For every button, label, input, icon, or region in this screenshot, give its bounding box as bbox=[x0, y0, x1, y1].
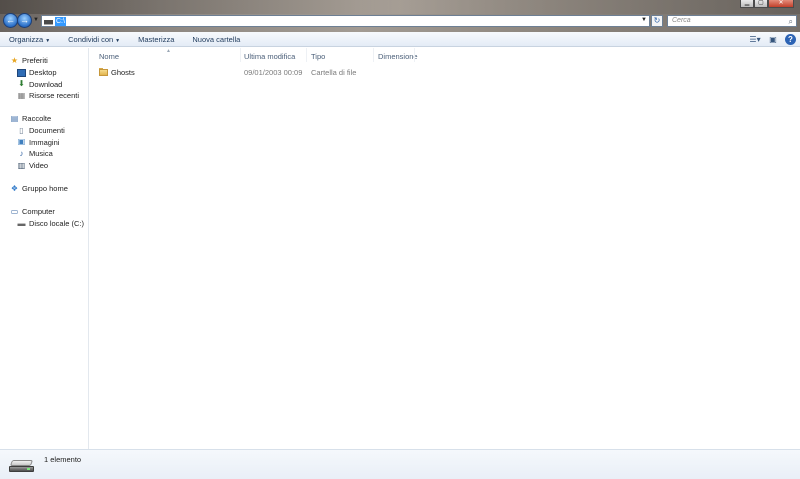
folder-icon bbox=[99, 68, 108, 76]
organize-label: Organizza bbox=[9, 34, 44, 44]
nav-item-label: Disco locale (C:) bbox=[29, 219, 85, 229]
nav-favorites[interactable]: ★ Preferiti bbox=[0, 55, 89, 67]
computer-group: ▭ Computer ▬ Disco locale (C:) bbox=[0, 206, 89, 229]
music-icon: ♪ bbox=[19, 148, 24, 158]
search-placeholder: Cerca bbox=[672, 17, 691, 24]
recent-pages-dropdown[interactable]: ▼ bbox=[33, 17, 39, 23]
window-chrome: ▁ ▢ ✕ ← → ▼ C:\ ▼ ↻ Cerca ⌕ bbox=[0, 0, 800, 32]
search-icon[interactable]: ⌕ bbox=[789, 17, 793, 27]
file-name: Ghosts bbox=[111, 68, 135, 77]
chevron-down-icon: ▼ bbox=[45, 37, 51, 44]
desktop-icon bbox=[17, 68, 26, 77]
nav-libraries[interactable]: ▤ Raccolte bbox=[0, 113, 89, 125]
help-icon[interactable]: ? bbox=[785, 34, 796, 45]
nav-item-local-disk[interactable]: ▬ Disco locale (C:) bbox=[0, 218, 89, 230]
change-view-icon[interactable]: ☰▾ bbox=[749, 35, 761, 45]
nav-item-label: Risorse recenti bbox=[29, 91, 80, 101]
nav-computer-label: Computer bbox=[22, 207, 55, 217]
close-button[interactable]: ✕ bbox=[768, 0, 794, 8]
back-button[interactable]: ← bbox=[3, 13, 18, 28]
new-folder-label: Nuova cartella bbox=[192, 34, 241, 44]
file-modified: 09/01/2003 00:09 bbox=[244, 68, 303, 77]
window-controls: ▁ ▢ ✕ bbox=[740, 0, 794, 8]
share-with-label: Condividi con bbox=[68, 34, 114, 44]
new-folder-button[interactable]: Nuova cartella bbox=[183, 32, 249, 47]
video-icon: ▥ bbox=[17, 160, 26, 170]
share-with-button[interactable]: Condividi con ▼ bbox=[59, 32, 129, 47]
computer-icon: ▭ bbox=[10, 206, 19, 216]
drive-icon bbox=[44, 20, 53, 25]
recent-places-icon: ▦ bbox=[17, 90, 26, 100]
nav-item-recent-places[interactable]: ▦ Risorse recenti bbox=[0, 90, 89, 102]
sort-ascending-icon: ▲ bbox=[166, 48, 171, 54]
maximize-button[interactable]: ▢ bbox=[754, 0, 768, 8]
nav-item-label: Desktop bbox=[29, 68, 57, 78]
library-icon: ▤ bbox=[10, 113, 19, 123]
nav-item-pictures[interactable]: ▣ Immagini bbox=[0, 136, 89, 148]
column-divider[interactable] bbox=[414, 48, 415, 62]
nav-item-desktop[interactable]: Desktop bbox=[0, 67, 89, 79]
libraries-group: ▤ Raccolte ▯ Documenti ▣ Immagini ♪ Musi… bbox=[0, 113, 89, 171]
column-header-size[interactable]: Dimensione bbox=[378, 52, 418, 62]
nav-homegroup-label: Gruppo home bbox=[22, 184, 68, 194]
chevron-down-icon: ▼ bbox=[115, 37, 121, 44]
address-selected-text[interactable]: C:\ bbox=[55, 17, 66, 26]
favorites-group: ★ Preferiti Desktop ⬇ Download ▦ Risorse… bbox=[0, 55, 89, 102]
command-bar: Organizza ▼ Condividi con ▼ Masterizza Nuo… bbox=[0, 32, 800, 47]
organize-button[interactable]: Organizza ▼ bbox=[0, 32, 59, 47]
nav-favorites-label: Preferiti bbox=[22, 56, 48, 66]
nav-libraries-label: Raccolte bbox=[22, 114, 52, 124]
address-bar[interactable]: C:\ ▼ bbox=[41, 15, 650, 27]
nav-item-label: Video bbox=[29, 161, 49, 171]
column-header-type[interactable]: Tipo bbox=[311, 52, 325, 62]
view-controls: ☰▾ ▣ ? bbox=[749, 33, 796, 46]
file-type: Cartella di file bbox=[311, 68, 357, 77]
documents-icon: ▯ bbox=[19, 125, 24, 135]
hard-drive-icon bbox=[9, 460, 34, 474]
column-header-name[interactable]: Nome bbox=[99, 52, 119, 62]
minimize-button[interactable]: ▁ bbox=[740, 0, 754, 8]
column-divider[interactable] bbox=[240, 48, 241, 62]
burn-button[interactable]: Masterizza bbox=[129, 32, 183, 47]
nav-item-download[interactable]: ⬇ Download bbox=[0, 78, 89, 90]
nav-item-label: Documenti bbox=[29, 126, 65, 136]
nav-item-documents[interactable]: ▯ Documenti bbox=[0, 125, 89, 137]
homegroup-icon: ❖ bbox=[10, 183, 19, 193]
nav-computer[interactable]: ▭ Computer bbox=[0, 206, 89, 218]
column-header-modified[interactable]: Ultima modifica bbox=[244, 52, 295, 62]
download-icon: ⬇ bbox=[18, 79, 25, 89]
homegroup-group: ❖ Gruppo home bbox=[0, 183, 89, 195]
star-icon: ★ bbox=[10, 55, 19, 65]
forward-button[interactable]: → bbox=[17, 13, 32, 28]
title-bar bbox=[0, 0, 800, 14]
nav-item-label: Immagini bbox=[29, 137, 60, 147]
details-pane: 1 elemento bbox=[0, 449, 800, 479]
nav-item-label: Download bbox=[29, 79, 63, 89]
preview-pane-icon[interactable]: ▣ bbox=[767, 35, 779, 45]
nav-item-label: Musica bbox=[29, 149, 53, 159]
column-divider[interactable] bbox=[373, 48, 374, 62]
file-list-pane: Nome ▲ Ultima modifica Tipo Dimensione G… bbox=[90, 48, 800, 449]
nav-item-music[interactable]: ♪ Musica bbox=[0, 148, 89, 160]
search-input[interactable]: Cerca ⌕ bbox=[667, 15, 797, 27]
address-dropdown-icon[interactable]: ▼ bbox=[641, 17, 647, 23]
item-count: 1 elemento bbox=[44, 455, 82, 464]
navigation-pane: ★ Preferiti Desktop ⬇ Download ▦ Risorse… bbox=[0, 48, 89, 449]
burn-label: Masterizza bbox=[138, 34, 175, 44]
nav-item-video[interactable]: ▥ Video bbox=[0, 160, 89, 172]
local-disk-icon: ▬ bbox=[17, 218, 26, 228]
refresh-button[interactable]: ↻ bbox=[651, 15, 663, 27]
file-row[interactable]: Ghosts 09/01/2003 00:09 Cartella di file bbox=[90, 67, 510, 78]
pictures-icon: ▣ bbox=[17, 137, 26, 147]
nav-homegroup[interactable]: ❖ Gruppo home bbox=[0, 183, 89, 195]
column-divider[interactable] bbox=[306, 48, 307, 62]
